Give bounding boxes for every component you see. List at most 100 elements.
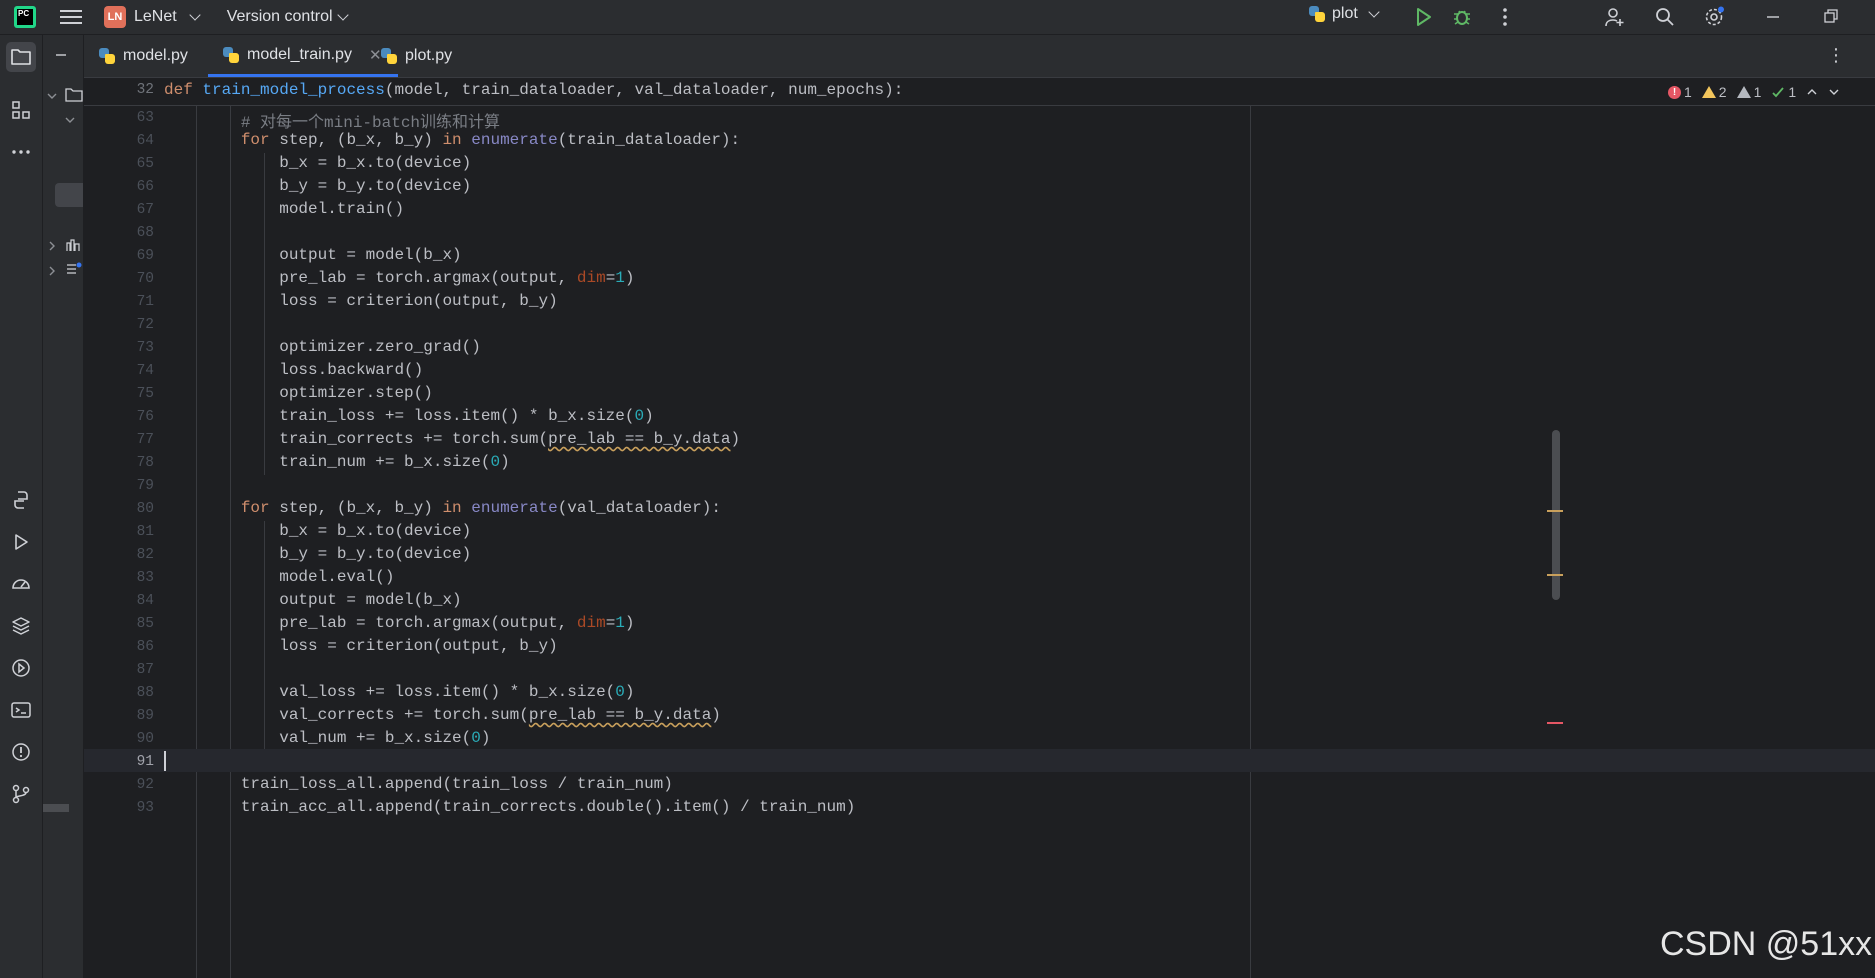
line-number: 88 <box>136 685 154 701</box>
run-icon[interactable] <box>1412 6 1434 28</box>
code-line: optimizer.step() <box>164 384 433 402</box>
code-line: b_x = b_x.to(device) <box>164 154 472 172</box>
services-icon <box>12 659 30 677</box>
right-margin-guide <box>1250 78 1251 978</box>
more-horizontal-icon <box>12 150 30 154</box>
structure-icon <box>12 101 30 119</box>
run-tool-button[interactable] <box>6 527 36 557</box>
python-packages-button[interactable] <box>6 611 36 641</box>
problems-icon <box>12 743 30 761</box>
git-tool-button[interactable] <box>6 779 36 809</box>
more-tool-windows-button[interactable] <box>6 137 36 167</box>
weak-warning-icon <box>1736 86 1751 98</box>
services-tool-button[interactable] <box>6 653 36 683</box>
horizontal-scrollbar[interactable] <box>43 804 69 812</box>
line-number: 87 <box>136 662 154 678</box>
version-control-widget[interactable]: Version control <box>226 8 349 26</box>
warning-marker[interactable] <box>1547 510 1563 512</box>
selected-tree-node[interactable] <box>55 183 83 207</box>
python-file-icon <box>380 47 398 65</box>
folder-icon <box>11 49 31 65</box>
code-editor[interactable]: 63 # 对每一个mini-batch训练和计算 64 for step, (b_… <box>84 78 1875 978</box>
editor-tabs: model.py model_train.py ✕ plot.py ⋮ <box>84 35 1875 78</box>
indent-guide <box>196 106 197 978</box>
weak-warning-count[interactable]: 1 <box>1736 84 1762 100</box>
chevron-down-icon[interactable] <box>1828 86 1840 98</box>
tab-model-py[interactable]: model.py <box>98 35 188 77</box>
code-line: model.eval() <box>164 568 395 586</box>
function-params: (model, train_dataloader, val_dataloader… <box>384 81 904 99</box>
weak-warning-count-value: 1 <box>1753 84 1762 100</box>
chevron-down-icon[interactable] <box>45 89 59 103</box>
layers-icon <box>12 617 30 635</box>
code-line: b_y = b_y.to(device) <box>164 177 472 195</box>
project-widget[interactable]: LN LeNet <box>104 6 201 28</box>
code-line: train_num += b_x.size(0) <box>164 453 510 471</box>
chevron-down-icon <box>189 9 201 21</box>
run-configuration-selector[interactable]: plot <box>1308 5 1380 23</box>
python-console-button[interactable] <box>6 485 36 515</box>
code-line: val_loss += loss.item() * b_x.size(0) <box>164 683 635 701</box>
typo-count-value: 1 <box>1788 84 1797 100</box>
code-line: train_loss += loss.item() * b_x.size(0) <box>164 407 654 425</box>
structure-tool-button[interactable] <box>6 95 36 125</box>
chevron-up-icon[interactable] <box>1806 86 1818 98</box>
line-number: 91 <box>136 754 154 770</box>
sticky-scroll-header[interactable]: 32 def train_model_process(model, train_… <box>84 78 1875 106</box>
gauge-icon <box>12 579 30 589</box>
terminal-tool-button[interactable] <box>6 695 36 725</box>
error-marker[interactable] <box>1547 722 1563 724</box>
more-actions-icon[interactable] <box>1494 6 1516 28</box>
tab-options-icon[interactable]: ⋮ <box>1827 45 1845 66</box>
main-menu-icon[interactable] <box>60 10 82 24</box>
chevron-right-icon[interactable] <box>45 239 59 253</box>
code-line: optimizer.zero_grad() <box>164 338 481 356</box>
debug-icon[interactable] <box>1451 6 1473 28</box>
chevron-right-icon[interactable] <box>45 264 59 278</box>
settings-gear-icon[interactable] <box>1703 6 1725 28</box>
inspection-widget[interactable]: ! 1 2 1 1 <box>1668 84 1840 100</box>
line-number: 65 <box>136 156 154 172</box>
python-file-icon <box>1308 5 1326 23</box>
warning-count[interactable]: 2 <box>1701 84 1727 100</box>
minimize-icon[interactable] <box>1762 6 1784 28</box>
git-branch-icon <box>12 784 30 804</box>
indent-guide <box>230 106 231 978</box>
line-number: 80 <box>136 501 154 517</box>
problems-tool-button[interactable] <box>6 737 36 767</box>
line-number: 78 <box>136 455 154 471</box>
profiler-tool-button[interactable] <box>6 569 36 599</box>
tab-label: plot.py <box>405 47 453 64</box>
title-bar: LN LeNet Version control plot <box>0 0 1875 35</box>
project-name: LeNet <box>134 8 177 25</box>
version-control-label: Version control <box>226 8 333 25</box>
tab-model-train-py[interactable]: model_train.py ✕ <box>208 35 398 77</box>
search-icon[interactable] <box>1654 6 1676 28</box>
line-number: 79 <box>136 478 154 494</box>
tab-plot-py[interactable]: plot.py <box>380 35 452 77</box>
pycharm-logo-icon <box>14 6 36 28</box>
typo-count[interactable]: 1 <box>1771 84 1796 100</box>
line-number: 76 <box>136 409 154 425</box>
code-line: loss.backward() <box>164 361 424 379</box>
hide-panel-icon[interactable] <box>53 47 69 63</box>
code-line: output = model(b_x) <box>164 246 462 264</box>
restore-window-icon[interactable] <box>1820 6 1842 28</box>
function-name: train_model_process <box>202 81 385 99</box>
code-line: train_loss_all.append(train_loss / train… <box>164 775 673 793</box>
warning-marker[interactable] <box>1547 574 1563 576</box>
terminal-icon <box>11 702 31 718</box>
line-number: 75 <box>136 386 154 402</box>
code-line: pre_lab = torch.argmax(output, dim=1) <box>164 614 635 632</box>
python-file-icon <box>98 47 116 65</box>
project-tool-button[interactable] <box>6 42 36 72</box>
code-line: train_acc_all.append(train_corrects.doub… <box>164 798 856 816</box>
project-panel <box>43 35 84 978</box>
sticky-code: def train_model_process(model, train_dat… <box>164 81 903 99</box>
error-count[interactable]: ! 1 <box>1668 84 1692 100</box>
line-number: 66 <box>136 179 154 195</box>
tool-window-strip <box>0 35 43 978</box>
add-user-icon[interactable] <box>1604 6 1626 28</box>
chevron-down-icon[interactable] <box>63 113 77 127</box>
code-line: for step, (b_x, b_y) in enumerate(train_… <box>240 131 741 149</box>
